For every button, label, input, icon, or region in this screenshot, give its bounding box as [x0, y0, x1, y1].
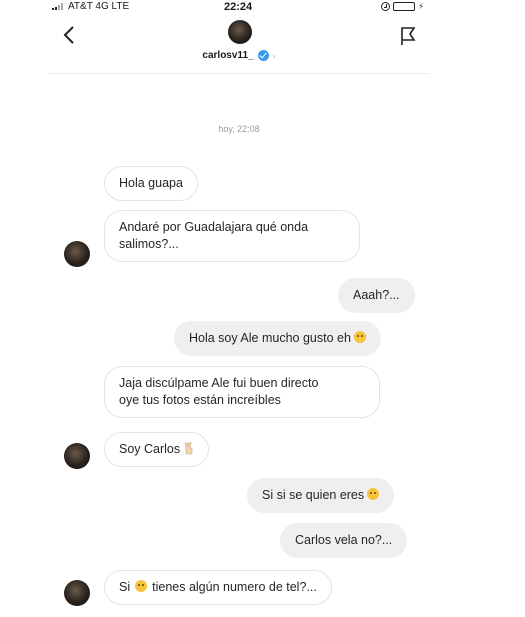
message-bubble-incoming[interactable]: Hola guapa: [104, 166, 198, 201]
dm-screen: AT&T 4G LTE 22:24 ⚡ carlosv11_ › hoy, 22…: [48, 0, 430, 617]
message-text: Aaah?...: [353, 288, 400, 302]
flag-icon[interactable]: [400, 26, 416, 46]
message-text: Si si se quien eres: [262, 488, 365, 502]
signal-strength-icon: [52, 3, 66, 10]
message-text: Soy Carlos: [119, 442, 181, 456]
smile-emoji: [353, 331, 366, 343]
username-row[interactable]: carlosv11_ ›: [48, 50, 430, 61]
message-bubble-outgoing[interactable]: Carlos vela no?...: [280, 523, 408, 558]
charging-bolt-icon: ⚡: [418, 2, 424, 11]
message-bubble-outgoing[interactable]: Hola soy Ale mucho gusto eh: [174, 321, 381, 356]
battery-icon: [393, 2, 416, 11]
carrier-label: AT&T 4G LTE: [68, 1, 130, 12]
message-bubble-incoming[interactable]: Si tienes algún numero de tel?...: [104, 570, 332, 605]
victory-hand-emoji: [184, 442, 193, 455]
message-bubble-outgoing[interactable]: Aaah?...: [338, 278, 415, 313]
message-text: Si: [119, 580, 131, 594]
message-text: Carlos vela no?...: [295, 533, 393, 547]
back-arrow-icon[interactable]: [62, 24, 78, 46]
conversation-header: carlosv11_ ›: [48, 14, 430, 74]
smile-emoji: [135, 580, 148, 592]
username[interactable]: carlosv11_: [202, 50, 253, 61]
message-text: Hola soy Ale mucho gusto eh: [189, 331, 351, 345]
message-text: oye tus fotos están increíbles: [119, 393, 281, 407]
message-text: Andaré por Guadalajara qué onda: [119, 220, 309, 234]
message-bubble-incoming[interactable]: Soy Carlos: [104, 432, 210, 467]
sender-avatar[interactable]: [64, 580, 90, 606]
message-text: tienes algún numero de tel?...: [152, 580, 317, 594]
status-indicators: ⚡: [381, 2, 424, 11]
chevron-right-icon: ›: [272, 50, 276, 61]
sender-avatar[interactable]: [64, 241, 90, 267]
status-bar: AT&T 4G LTE 22:24 ⚡: [48, 0, 430, 14]
sender-avatar[interactable]: [64, 443, 90, 469]
message-bubble-outgoing[interactable]: Si si se quien eres: [247, 478, 395, 513]
message-text: Jaja discúlpame Ale fui buen directo: [119, 376, 319, 390]
verified-icon: [257, 50, 269, 61]
chat-timestamp: hoy, 22:08: [218, 124, 260, 134]
profile-avatar[interactable]: [228, 20, 252, 44]
message-bubble-incoming[interactable]: Andaré por Guadalajara qué onda salimos?…: [104, 210, 360, 262]
orientation-lock-icon: [381, 2, 391, 11]
message-text: Hola guapa: [119, 176, 183, 190]
message-text: salimos?...: [119, 237, 179, 251]
status-time: 22:24: [224, 1, 253, 13]
grin-emoji: [367, 488, 380, 500]
message-bubble-incoming[interactable]: Jaja discúlpame Ale fui buen directo oye…: [104, 366, 380, 418]
